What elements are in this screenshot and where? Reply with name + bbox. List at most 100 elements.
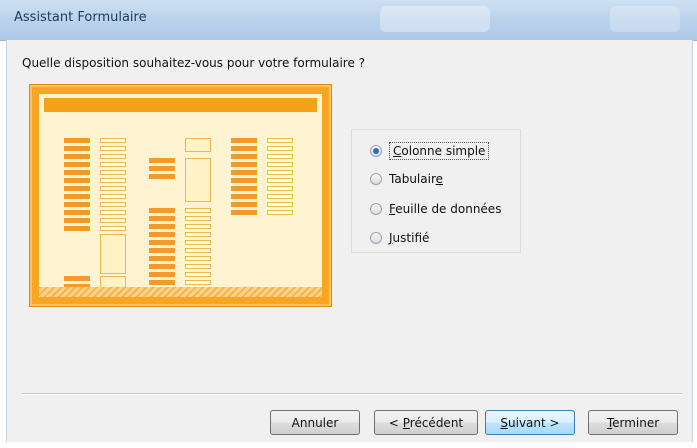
preview-label-bar [149,232,175,237]
preview-label-bar [149,280,175,285]
option-feuille-de-donnees[interactable]: Feuille de données [370,202,501,216]
button-prefix: < [388,416,403,430]
option-label: Colonne simple [389,142,490,160]
preview-field-box [185,232,211,237]
option-justifie[interactable]: Justifié [370,231,429,245]
preview-field-box [267,162,293,167]
preview-field-box [267,194,293,199]
preview-label-bar [231,202,257,207]
preview-label-bar [149,272,175,277]
preview-label-bar [149,264,175,269]
preview-label-bar [231,138,257,143]
preview-label-bar [231,210,257,215]
cancel-button[interactable]: Annuler [270,410,360,435]
preview-field-box [267,202,293,207]
preview-memo-box [100,234,126,274]
option-rest: olonne simple [401,144,486,158]
preview-field-box [267,186,293,191]
preview-label-bar [64,226,90,231]
preview-label-bar [64,170,90,175]
option-label: Feuille de données [389,202,501,216]
previous-button[interactable]: < Précédent [374,410,478,435]
preview-field-box [185,208,211,213]
preview-label-bar [231,186,257,191]
window-title: Assistant Formulaire [14,10,147,25]
preview-label-bar [64,186,90,191]
layout-question: Quelle disposition souhaitez-vous pour v… [22,56,366,70]
preview-header-bar [44,98,317,112]
preview-label-bar [64,218,90,223]
preview-label-bar [149,158,175,163]
cancel-button-label: Annuler [291,416,339,430]
preview-label-bar [149,174,175,179]
preview-field-box [100,194,126,199]
preview-field-box [100,170,126,175]
option-mnemonic: e [435,172,444,186]
preview-footer [39,287,322,297]
preview-label-bar [64,146,90,151]
preview-field-box [185,272,211,277]
preview-field-box [185,216,211,221]
preview-label-bar [231,146,257,151]
preview-label-bar [149,240,175,245]
preview-field-box [267,170,293,175]
preview-label-bar [231,154,257,159]
preview-label-bar [64,194,90,199]
preview-label-bar [64,276,90,281]
preview-label-bar [64,162,90,167]
preview-form [39,94,322,297]
button-separator [22,393,682,395]
preview-field-box [267,154,293,159]
preview-field-box [185,240,211,245]
preview-label-bar [64,138,90,143]
button-rest: récédent [409,416,464,430]
preview-label-bar [64,202,90,207]
button-mnemonic: P [402,416,410,430]
preview-memo-box [185,158,211,202]
preview-field-box [267,178,293,183]
preview-field-box [100,202,126,207]
option-prefix: Tabulair [389,172,436,186]
title-bar-glare [380,6,490,32]
button-rest: uivant > [508,416,560,430]
preview-label-bar [64,154,90,159]
option-rest: euille de données [395,202,502,216]
layout-preview-icon [29,84,332,307]
preview-label-bar [149,224,175,229]
option-label: Justifié [389,231,429,245]
radio-unchecked-icon[interactable] [370,203,382,215]
preview-field-box [100,210,126,215]
preview-field-box [267,210,293,215]
preview-field-box [100,146,126,151]
option-label: Tabulaire [389,172,443,186]
option-rest: ustifié [392,231,430,245]
preview-field-box [185,224,211,229]
preview-label-bar [231,170,257,175]
preview-field-box [100,226,126,231]
preview-field-box [100,154,126,159]
preview-label-bar [231,162,257,167]
button-rest: erminer [612,416,660,430]
option-tabulaire[interactable]: Tabulaire [370,172,443,186]
title-bar[interactable]: Assistant Formulaire [0,0,697,41]
radio-unchecked-icon[interactable] [370,232,382,244]
preview-field-box [267,138,293,143]
radio-unchecked-icon[interactable] [370,173,382,185]
preview-label-bar [149,248,175,253]
preview-field-box [100,178,126,183]
preview-field-box [100,218,126,223]
finish-button[interactable]: Terminer [588,410,678,435]
title-bar-glare [610,6,680,32]
preview-label-bar [149,216,175,221]
next-button[interactable]: Suivant > [485,410,575,435]
preview-label-bar [64,210,90,215]
preview-field-box [185,256,211,261]
preview-field-box [267,146,293,151]
preview-label-bar [149,208,175,213]
preview-label-bar [149,256,175,261]
preview-field-box [100,138,126,143]
preview-label-bar [149,166,175,171]
option-colonne-simple[interactable]: Colonne simple [370,142,490,160]
preview-memo-box [185,138,211,152]
radio-checked-icon[interactable] [370,145,382,157]
